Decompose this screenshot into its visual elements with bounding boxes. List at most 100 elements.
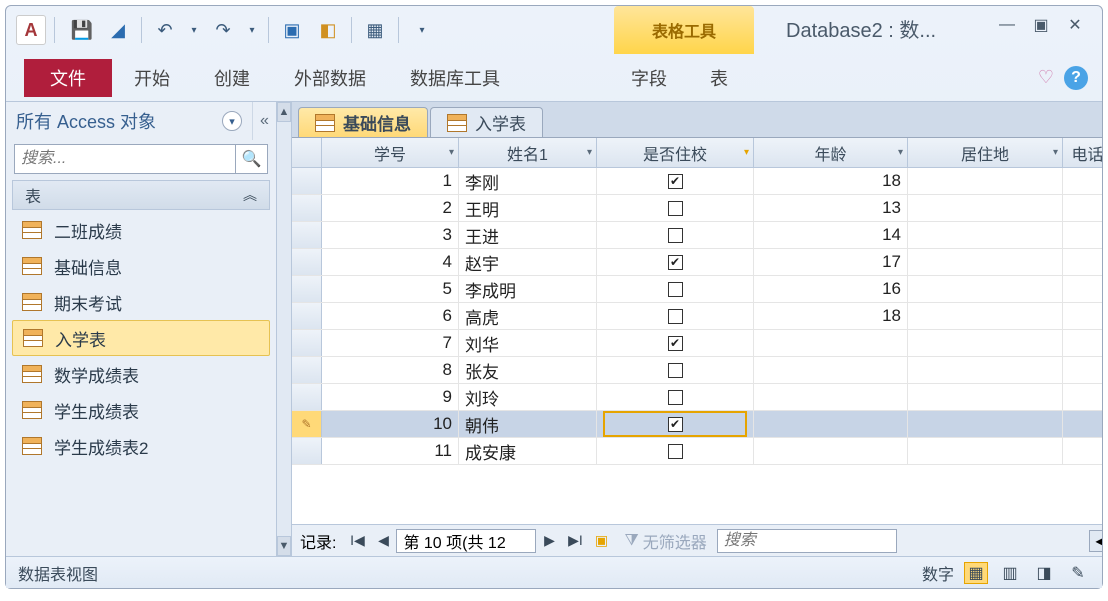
ribbon-tab-create[interactable]: 创建 — [192, 59, 272, 97]
cell-boarding[interactable] — [597, 438, 754, 464]
qat-customize-icon[interactable]: ▾ — [409, 17, 435, 43]
cell-home[interactable] — [908, 411, 1063, 437]
row-selector[interactable] — [292, 195, 322, 221]
row-selector[interactable] — [292, 384, 322, 410]
cell-home[interactable] — [908, 249, 1063, 275]
scroll-left-icon[interactable]: ◀ — [1089, 530, 1102, 552]
cell-age[interactable]: 18 — [754, 168, 908, 194]
cell-home[interactable] — [908, 438, 1063, 464]
cell-home[interactable] — [908, 222, 1063, 248]
cell-age[interactable] — [754, 384, 908, 410]
column-header-id[interactable]: 学号▾ — [322, 138, 459, 167]
row-selector[interactable] — [292, 168, 322, 194]
nav-header[interactable]: 所有 Access 对象 ▾ — [6, 102, 252, 140]
column-header-phone[interactable]: 电话 — [1063, 138, 1102, 167]
cell-phone[interactable] — [1063, 438, 1102, 464]
nav-group-tables[interactable]: 表 ︽ — [12, 180, 270, 210]
scroll-up-icon[interactable]: ▲ — [277, 102, 291, 122]
heart-icon[interactable]: ♡ — [1038, 67, 1054, 88]
cell-age[interactable] — [754, 330, 908, 356]
cell-home[interactable] — [908, 195, 1063, 221]
row-selector[interactable] — [292, 303, 322, 329]
table-row[interactable]: 6高虎18 — [292, 303, 1102, 330]
table-row[interactable]: 4赵宇✔17 — [292, 249, 1102, 276]
nav-scrollbar[interactable]: ▲ ▼ — [277, 102, 292, 556]
column-header-age[interactable]: 年龄▾ — [754, 138, 908, 167]
cell-phone[interactable] — [1063, 249, 1102, 275]
row-selector[interactable] — [292, 222, 322, 248]
cell-name[interactable]: 王进 — [459, 222, 597, 248]
table-row[interactable]: 7刘华✔ — [292, 330, 1102, 357]
row-selector[interactable]: ✎ — [292, 411, 322, 437]
column-header-name[interactable]: 姓名1▾ — [459, 138, 597, 167]
ribbon-tab-fields[interactable]: 字段 — [614, 59, 684, 97]
cell-age[interactable]: 17 — [754, 249, 908, 275]
cell-boarding[interactable] — [597, 357, 754, 383]
cell-id[interactable]: 11 — [322, 438, 459, 464]
cell-age[interactable]: 18 — [754, 303, 908, 329]
table-row[interactable]: 11成安康 — [292, 438, 1102, 465]
nav-table-item[interactable]: 数学成绩表 — [12, 356, 270, 392]
cell-age[interactable] — [754, 411, 908, 437]
table-row[interactable]: ✎10朝伟✔ — [292, 411, 1102, 438]
cell-id[interactable]: 9 — [322, 384, 459, 410]
cell-home[interactable] — [908, 357, 1063, 383]
nav-table-item[interactable]: 基础信息 — [12, 248, 270, 284]
redo-icon[interactable]: ↷ — [210, 17, 236, 43]
cell-id[interactable]: 2 — [322, 195, 459, 221]
row-selector[interactable] — [292, 276, 322, 302]
nav-search-input[interactable] — [14, 144, 236, 174]
column-header-home[interactable]: 居住地▾ — [908, 138, 1063, 167]
cell-id[interactable]: 5 — [322, 276, 459, 302]
cell-boarding[interactable]: ✔ — [597, 168, 754, 194]
ribbon-tab-table[interactable]: 表 — [684, 59, 754, 97]
cell-phone[interactable] — [1063, 222, 1102, 248]
last-record-button[interactable]: ▶I — [562, 528, 588, 554]
cell-name[interactable]: 刘华 — [459, 330, 597, 356]
undo-dropdown-icon[interactable]: ▾ — [188, 17, 200, 43]
cell-boarding[interactable] — [597, 222, 754, 248]
cell-boarding[interactable] — [597, 384, 754, 410]
cell-id[interactable]: 7 — [322, 330, 459, 356]
qat-button-3[interactable]: ▦ — [362, 17, 388, 43]
cell-boarding[interactable] — [597, 276, 754, 302]
cell-id[interactable]: 3 — [322, 222, 459, 248]
prev-record-button[interactable]: ◀ — [370, 528, 396, 554]
cell-phone[interactable] — [1063, 411, 1102, 437]
first-record-button[interactable]: I◀ — [344, 528, 370, 554]
table-row[interactable]: 3王进14 — [292, 222, 1102, 249]
cell-id[interactable]: 1 — [322, 168, 459, 194]
cell-name[interactable]: 刘玲 — [459, 384, 597, 410]
close-button[interactable]: ✕ — [1062, 14, 1088, 36]
select-all-cell[interactable] — [292, 138, 322, 167]
nav-dropdown-icon[interactable]: ▾ — [222, 111, 242, 131]
cell-id[interactable]: 4 — [322, 249, 459, 275]
cell-id[interactable]: 10 — [322, 411, 459, 437]
cell-home[interactable] — [908, 168, 1063, 194]
help-icon[interactable]: ? — [1064, 66, 1088, 90]
doc-tab-inactive[interactable]: 入学表 — [430, 107, 543, 137]
row-selector[interactable] — [292, 357, 322, 383]
column-header-boarding[interactable]: 是否住校▾ — [597, 138, 754, 167]
qat-button-1[interactable]: ▣ — [279, 17, 305, 43]
cell-phone[interactable] — [1063, 330, 1102, 356]
cell-home[interactable] — [908, 303, 1063, 329]
nav-collapse-button[interactable]: « — [252, 102, 276, 140]
table-row[interactable]: 1李刚✔18 — [292, 168, 1102, 195]
cell-name[interactable]: 李成明 — [459, 276, 597, 302]
cell-age[interactable]: 13 — [754, 195, 908, 221]
scroll-down-icon[interactable]: ▼ — [277, 536, 291, 556]
search-icon[interactable]: 🔍 — [236, 144, 268, 174]
nav-table-item[interactable]: 学生成绩表 — [12, 392, 270, 428]
view-button-2[interactable]: ▥ — [998, 562, 1022, 584]
cell-phone[interactable] — [1063, 168, 1102, 194]
table-row[interactable]: 8张友 — [292, 357, 1102, 384]
table-row[interactable]: 9刘玲 — [292, 384, 1102, 411]
redo-dropdown-icon[interactable]: ▾ — [246, 17, 258, 43]
ribbon-tab-external[interactable]: 外部数据 — [272, 59, 388, 97]
cell-id[interactable]: 8 — [322, 357, 459, 383]
cell-name[interactable]: 高虎 — [459, 303, 597, 329]
ribbon-tab-home[interactable]: 开始 — [112, 59, 192, 97]
cell-home[interactable] — [908, 276, 1063, 302]
undo-icon[interactable]: ↶ — [152, 17, 178, 43]
